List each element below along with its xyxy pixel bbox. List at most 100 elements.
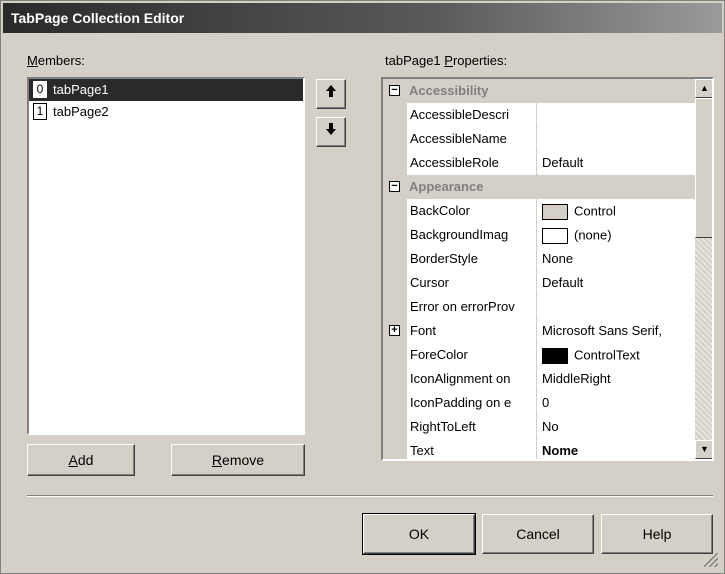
property-name: AccessibleRole [407, 151, 537, 175]
property-row[interactable]: ForeColor ControlText [383, 343, 695, 367]
property-value-text: ControlText [574, 347, 640, 363]
property-value[interactable] [538, 103, 695, 127]
category-name: Appearance [409, 179, 484, 194]
scroll-up-button[interactable]: ▲ [695, 79, 712, 98]
category-name: Accessibility [409, 83, 489, 98]
property-row[interactable]: Text Nome [383, 439, 695, 459]
property-name: ForeColor [407, 343, 537, 367]
collapse-icon[interactable]: − [389, 181, 400, 192]
property-row[interactable]: BackColor Control [383, 199, 695, 223]
property-value-text: Control [574, 203, 616, 219]
property-grid-rows: − Accessibility AccessibleDescri Accessible… [383, 79, 695, 459]
property-name: BorderStyle [407, 247, 537, 271]
property-value[interactable]: No [538, 415, 695, 439]
down-arrow-icon [325, 123, 337, 140]
property-row[interactable]: Cursor Default [383, 271, 695, 295]
property-row[interactable]: AccessibleRole Default [383, 151, 695, 175]
property-name: RightToLeft [407, 415, 537, 439]
row-gutter [383, 247, 407, 271]
property-name: Error on errorProv [407, 295, 537, 319]
up-arrow-icon [325, 85, 337, 102]
property-value[interactable]: Default [538, 151, 695, 175]
property-name: BackColor [407, 199, 537, 223]
expand-icon[interactable]: + [389, 325, 400, 336]
cancel-button[interactable]: Cancel [482, 514, 594, 554]
row-gutter [383, 223, 407, 247]
member-index: 0 [33, 81, 47, 99]
property-value[interactable]: (none) [538, 223, 695, 247]
property-row[interactable]: BorderStyle None [383, 247, 695, 271]
property-category-row[interactable]: − Accessibility [383, 79, 695, 103]
property-name: AccessibleDescri [407, 103, 537, 127]
members-label: Members: [27, 53, 85, 68]
resize-grip[interactable] [704, 553, 718, 567]
row-gutter [383, 151, 407, 175]
color-swatch [542, 347, 568, 364]
property-row[interactable]: IconPadding on e0 [383, 391, 695, 415]
property-value[interactable] [538, 295, 695, 319]
scroll-down-arrow-icon: ▼ [700, 444, 709, 454]
property-name: IconAlignment on [407, 367, 537, 391]
property-value[interactable]: None [538, 247, 695, 271]
color-swatch [542, 203, 568, 220]
collapse-icon[interactable]: − [389, 85, 400, 96]
property-value[interactable]: Microsoft Sans Serif, [538, 319, 695, 343]
property-value-text: (none) [574, 227, 612, 243]
add-button[interactable]: Add [27, 444, 135, 476]
property-row[interactable]: RightToLeft No [383, 415, 695, 439]
row-gutter [383, 343, 407, 367]
members-list[interactable]: 0 tabPage1 1 tabPage2 [27, 77, 305, 435]
row-gutter [383, 415, 407, 439]
tabpage-collection-editor-window: TabPage Collection Editor Members: 0 tabP… [0, 0, 725, 574]
property-value[interactable]: MiddleRight [538, 367, 695, 391]
row-gutter [383, 391, 407, 415]
property-row[interactable]: AccessibleDescri [383, 103, 695, 127]
property-value[interactable] [538, 127, 695, 151]
property-category-row[interactable]: − Appearance [383, 175, 695, 199]
property-value[interactable]: 0 [538, 391, 695, 415]
property-row[interactable]: AccessibleName [383, 127, 695, 151]
member-name: tabPage1 [53, 81, 109, 97]
property-name: IconPadding on e [407, 391, 537, 415]
member-name: tabPage2 [53, 103, 109, 119]
row-gutter [383, 199, 407, 223]
property-name: Cursor [407, 271, 537, 295]
cancel-label: Cancel [516, 526, 560, 542]
property-value[interactable]: Default [538, 271, 695, 295]
property-row[interactable]: Error on errorProv [383, 295, 695, 319]
property-name: AccessibleName [407, 127, 537, 151]
property-name: BackgroundImag [407, 223, 537, 247]
property-value[interactable]: Control [538, 199, 695, 223]
member-index: 1 [33, 103, 47, 121]
move-up-button[interactable] [316, 79, 346, 109]
window-title: TabPage Collection Editor [11, 10, 185, 26]
help-button[interactable]: Help [601, 514, 713, 554]
scroll-thumb[interactable] [695, 98, 712, 238]
property-value[interactable]: ControlText [538, 343, 695, 367]
property-grid[interactable]: − Accessibility AccessibleDescri Accessible… [381, 77, 714, 461]
row-gutter [383, 271, 407, 295]
property-name: Text [407, 439, 537, 459]
properties-label: tabPage1 Properties: [385, 53, 508, 68]
ok-button[interactable]: OK [362, 513, 476, 555]
scroll-up-arrow-icon: ▲ [700, 83, 709, 93]
property-name: Font [407, 319, 537, 343]
row-gutter [383, 439, 407, 459]
dialog-separator [27, 495, 713, 497]
ok-label: OK [408, 526, 430, 542]
list-item[interactable]: 0 tabPage1 [29, 79, 303, 101]
property-value[interactable]: Nome [538, 439, 695, 459]
property-grid-scrollbar[interactable]: ▲ ▼ [695, 79, 712, 459]
property-row[interactable]: + Font Microsoft Sans Serif, [383, 319, 695, 343]
move-down-button[interactable] [316, 117, 346, 147]
row-gutter [383, 367, 407, 391]
property-row[interactable]: IconAlignment on MiddleRight [383, 367, 695, 391]
row-gutter [383, 127, 407, 151]
color-swatch [542, 227, 568, 244]
remove-button[interactable]: Remove [171, 444, 305, 476]
list-item[interactable]: 1 tabPage2 [29, 101, 303, 123]
row-gutter [383, 295, 407, 319]
scroll-down-button[interactable]: ▼ [695, 440, 712, 459]
title-bar[interactable]: TabPage Collection Editor [3, 3, 722, 33]
property-row[interactable]: BackgroundImag (none) [383, 223, 695, 247]
